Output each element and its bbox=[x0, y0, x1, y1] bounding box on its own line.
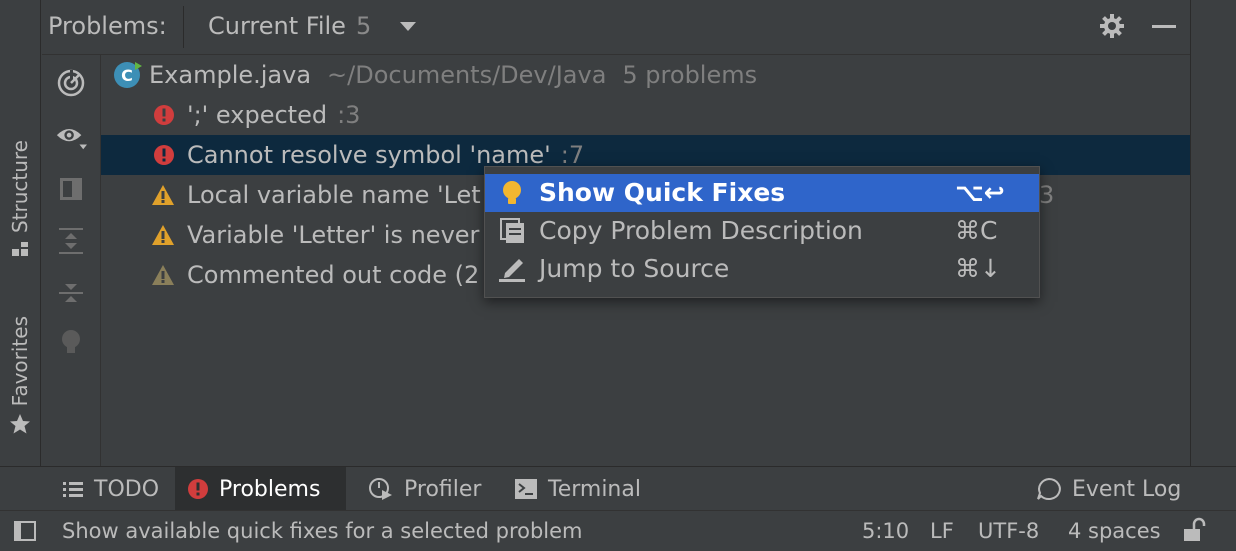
java-class-icon: C bbox=[114, 62, 142, 88]
edit-icon bbox=[499, 259, 525, 282]
favorites-tab[interactable]: Favorites bbox=[4, 316, 36, 436]
problem-text: Local variable name 'Let bbox=[187, 181, 481, 209]
structure-icon bbox=[12, 242, 28, 257]
tab-event-log[interactable]: Event Log bbox=[1024, 467, 1193, 511]
file-name: Example.java bbox=[149, 61, 312, 89]
scope-count: 5 bbox=[355, 12, 372, 40]
unlock-icon[interactable] bbox=[1182, 517, 1206, 543]
indent-setting[interactable]: 4 spaces bbox=[1068, 519, 1161, 543]
file-path: ~/Documents/Dev/Java bbox=[327, 61, 607, 89]
tab-label: Event Log bbox=[1072, 476, 1182, 502]
problem-text: Cannot resolve symbol 'name' bbox=[187, 141, 551, 169]
speech-bubble-icon bbox=[1037, 477, 1061, 500]
collapse-all-icon bbox=[59, 284, 83, 302]
error-icon bbox=[188, 479, 208, 499]
problem-line: :7 bbox=[560, 141, 585, 169]
menu-item-copy-problem-description[interactable]: Copy Problem Description ⌘C bbox=[485, 212, 1039, 250]
profiler-icon bbox=[369, 478, 392, 500]
tab-label: Profiler bbox=[404, 476, 482, 502]
view-options-button[interactable] bbox=[55, 121, 87, 153]
gear-icon[interactable] bbox=[1098, 12, 1126, 40]
scope-dropdown[interactable]: Current File 5 bbox=[208, 12, 419, 40]
problem-text: ';' expected bbox=[187, 101, 328, 129]
structure-tab-label: Structure bbox=[8, 140, 32, 234]
chevron-down-icon bbox=[400, 22, 417, 31]
preview-icon bbox=[60, 178, 82, 200]
problem-count: 5 problems bbox=[622, 61, 758, 89]
file-encoding[interactable]: UTF-8 bbox=[978, 519, 1039, 543]
expand-all-button[interactable] bbox=[55, 225, 87, 257]
favorites-tab-label: Favorites bbox=[8, 316, 32, 407]
caret-position[interactable]: 5:10 bbox=[862, 519, 909, 543]
menu-item-label: Jump to Source bbox=[539, 254, 730, 283]
error-icon bbox=[154, 145, 174, 165]
problems-toolbar bbox=[42, 55, 101, 466]
problem-text: Commented out code (2 bbox=[187, 261, 480, 289]
autoscroll-icon bbox=[57, 69, 85, 97]
tab-label: TODO bbox=[94, 476, 160, 502]
quick-fix-button[interactable] bbox=[55, 327, 87, 359]
lightbulb-icon bbox=[62, 330, 80, 353]
status-bar: Show available quick fixes for a selecte… bbox=[0, 510, 1236, 551]
menu-item-label: Copy Problem Description bbox=[539, 216, 863, 245]
context-menu: Show Quick Fixes ⌥↩ Copy Problem Descrip… bbox=[484, 166, 1040, 298]
tool-window-bar: TODO Problems Profiler Terminal Event Lo… bbox=[0, 466, 1236, 511]
tab-problems[interactable]: Problems bbox=[175, 467, 346, 511]
panel-title: Problems: bbox=[48, 12, 167, 40]
structure-tab[interactable]: Structure bbox=[4, 140, 36, 259]
menu-item-shortcut: ⌥↩ bbox=[955, 178, 1005, 207]
tab-label: Problems bbox=[219, 476, 321, 502]
preview-toggle[interactable] bbox=[55, 173, 87, 205]
terminal-icon bbox=[515, 479, 537, 499]
collapse-all-button[interactable] bbox=[55, 277, 87, 309]
problem-row[interactable]: ';' expected :3 bbox=[101, 95, 1190, 135]
warning-icon bbox=[152, 185, 174, 205]
menu-item-show-quick-fixes[interactable]: Show Quick Fixes ⌥↩ bbox=[485, 174, 1039, 212]
menu-item-label: Show Quick Fixes bbox=[539, 178, 786, 207]
tab-label: Terminal bbox=[548, 476, 641, 502]
autoscroll-button[interactable] bbox=[55, 67, 87, 99]
header-divider bbox=[183, 6, 184, 48]
list-icon bbox=[63, 482, 83, 497]
status-message: Show available quick fixes for a selecte… bbox=[62, 519, 583, 543]
menu-item-jump-to-source[interactable]: Jump to Source ⌘↓ bbox=[485, 250, 1039, 288]
line-separator[interactable]: LF bbox=[930, 519, 954, 543]
tab-todo[interactable]: TODO bbox=[50, 467, 171, 511]
expand-all-icon bbox=[59, 228, 83, 254]
problem-line: 3 bbox=[1039, 181, 1055, 209]
lightbulb-icon bbox=[503, 181, 521, 204]
menu-item-shortcut: ⌘C bbox=[955, 216, 998, 245]
file-node[interactable]: C Example.java ~/Documents/Dev/Java 5 pr… bbox=[101, 55, 1190, 95]
problem-text: Variable 'Letter' is never bbox=[187, 221, 480, 249]
toggle-tool-windows-icon[interactable] bbox=[12, 519, 38, 543]
warning-icon bbox=[152, 225, 174, 245]
scope-label: Current File bbox=[208, 12, 346, 40]
tab-profiler[interactable]: Profiler bbox=[356, 467, 493, 511]
copy-icon bbox=[500, 218, 524, 243]
eye-icon bbox=[56, 129, 87, 150]
problems-header: Problems: Current File 5 bbox=[42, 0, 1190, 55]
weak-warning-icon bbox=[152, 265, 174, 285]
left-tool-stripe: Structure Favorites bbox=[0, 0, 41, 466]
svg-text:C: C bbox=[121, 66, 133, 85]
problem-line: :3 bbox=[337, 101, 361, 129]
error-icon bbox=[154, 105, 174, 125]
minimize-icon[interactable] bbox=[1150, 12, 1178, 40]
star-icon bbox=[10, 414, 30, 434]
menu-item-shortcut: ⌘↓ bbox=[955, 254, 1001, 283]
panel-border bbox=[1190, 0, 1191, 466]
tab-terminal[interactable]: Terminal bbox=[502, 467, 653, 511]
